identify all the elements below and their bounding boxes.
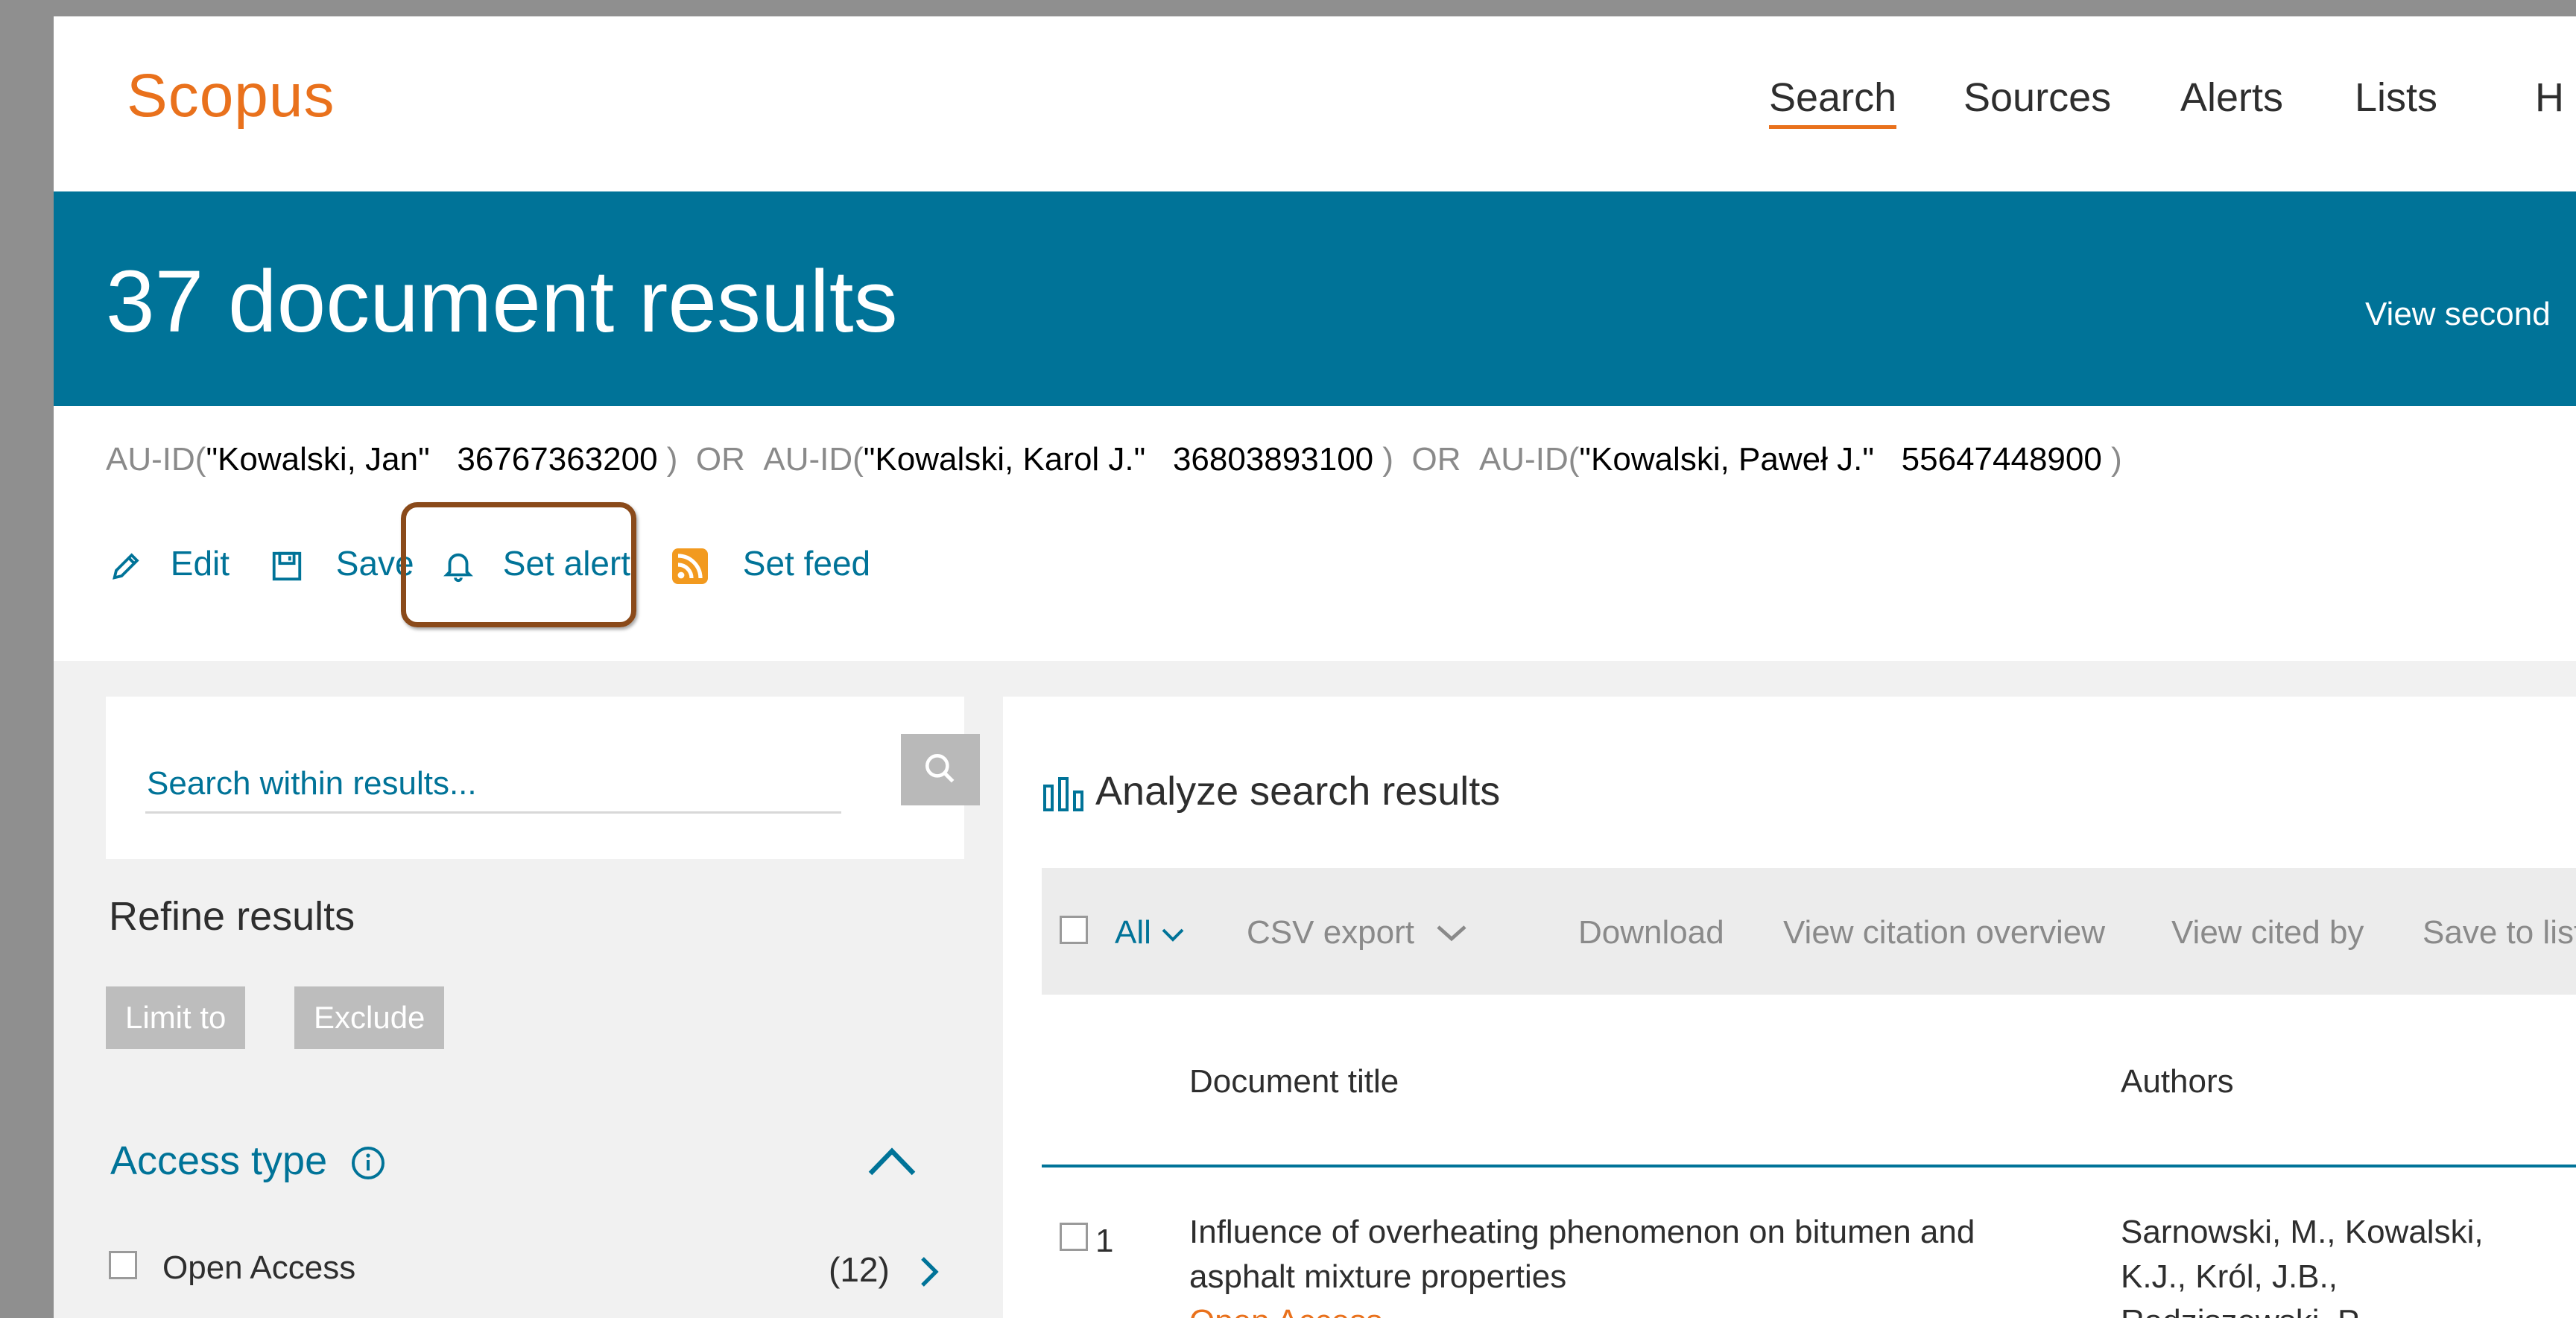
search-within-card (106, 697, 980, 859)
query-joiner: OR (695, 441, 745, 478)
select-all-checkbox[interactable] (1060, 916, 1088, 944)
query-author-name: "Kowalski, Jan" (206, 441, 430, 478)
save-link[interactable]: Save (270, 543, 414, 583)
analyze-search-results-link[interactable]: Analyze search results (1042, 768, 1500, 814)
rss-feed-icon (672, 544, 708, 584)
select-all-dropdown[interactable]: All (1115, 914, 1186, 951)
column-document-title[interactable]: Document title (1189, 1063, 1399, 1100)
set-alert-highlight-box (401, 502, 636, 627)
query-operator: AU-ID (106, 441, 195, 478)
query-paren: ( (194, 441, 206, 478)
row-checkbox[interactable] (1060, 1223, 1088, 1251)
query-joiner: OR (1411, 441, 1461, 478)
bar-chart-icon (1042, 769, 1086, 814)
query-paren: ) (666, 441, 678, 478)
limit-to-button[interactable]: Limit to (106, 986, 246, 1049)
query-operator: AU-ID (1478, 441, 1569, 478)
refine-results-title: Refine results (109, 894, 355, 939)
query-paren: ( (1568, 441, 1580, 478)
all-label: All (1115, 914, 1151, 951)
view-secondary-link[interactable]: View second (2365, 296, 2551, 333)
open-access-count: (12) (829, 1250, 890, 1289)
scopus-page: Scopus Search Sources Alerts Lists H 37 … (54, 16, 2576, 1318)
results-column-header: Document title Authors (1042, 995, 2576, 1167)
results-toolbar: All CSV export Download View citation ov… (1042, 868, 2576, 995)
search-icon (922, 750, 959, 791)
chevron-right-icon[interactable] (918, 1254, 940, 1293)
set-feed-label: Set feed (742, 544, 871, 583)
edit-link[interactable]: Edit (109, 543, 230, 583)
chevron-down-icon (1160, 914, 1186, 951)
query-paren: ) (1382, 441, 1394, 478)
search-within-input[interactable] (145, 756, 841, 814)
pencil-icon (109, 544, 143, 583)
csv-export-label: CSV export (1247, 914, 1414, 951)
analyze-label: Analyze search results (1095, 769, 1501, 814)
edit-label: Edit (170, 544, 230, 583)
content-area: Refine results Limit to Exclude Access t… (54, 661, 2576, 1318)
results-banner: 37 document results View second (54, 191, 2576, 406)
authors-line[interactable]: Radziszewski, P. (2121, 1303, 2484, 1318)
view-cited-by-button[interactable]: View cited by (2171, 914, 2364, 951)
query-author-id: 55647448900 (1901, 441, 2102, 478)
floppy-disk-icon (270, 544, 304, 583)
exclude-button[interactable]: Exclude (294, 986, 445, 1049)
open-access-checkbox[interactable] (109, 1251, 137, 1279)
query-paren: ) (2111, 441, 2122, 478)
authors-line[interactable]: Sarnowski, M., Kowalski, (2121, 1214, 2484, 1251)
query-author-id: 36803893100 (1172, 441, 1374, 478)
query-author-id: 36767363200 (457, 441, 658, 478)
query-author-name: "Kowalski, Paweł J." (1579, 441, 1874, 478)
view-citation-overview-button[interactable]: View citation overview (1783, 914, 2105, 951)
download-button[interactable]: Download (1578, 914, 1724, 951)
nav-sources[interactable]: Sources (1963, 75, 2111, 121)
chevron-up-icon[interactable] (866, 1145, 918, 1182)
results-panel: Analyze search results All CSV export Do… (1003, 697, 2576, 1318)
row-authors: Sarnowski, M., Kowalski, K.J., Król, J.B… (2121, 1214, 2484, 1318)
results-count-title: 37 document results (106, 253, 898, 351)
authors-line[interactable]: K.J., Król, J.B., (2121, 1258, 2484, 1296)
query-author-name: "Kowalski, Karol J." (863, 441, 1146, 478)
save-to-list-button[interactable]: Save to list (2422, 914, 2576, 951)
scopus-logo[interactable]: Scopus (127, 61, 335, 131)
open-access-filter-label: Open Access (162, 1249, 356, 1286)
nav-help[interactable]: H (2535, 75, 2564, 121)
search-query: AU-ID("Kowalski, Jan" 36767363200 ) OR A… (106, 441, 2122, 478)
nav-lists[interactable]: Lists (2355, 75, 2437, 121)
access-type-heading[interactable]: Access type (110, 1138, 327, 1184)
chevron-down-icon (1435, 914, 1468, 951)
open-access-tag: Open Access (1189, 1303, 1975, 1318)
search-within-button[interactable] (901, 734, 980, 805)
document-title-line: asphalt mixture properties (1189, 1258, 1567, 1295)
query-operator: AU-ID (763, 441, 853, 478)
row-number: 1 (1095, 1223, 1114, 1259)
set-feed-link[interactable]: Set feed (672, 543, 870, 584)
query-paren: ( (852, 441, 864, 478)
document-title-link[interactable]: Influence of overheating phenomenon on b… (1189, 1214, 1975, 1318)
nav-search[interactable]: Search (1769, 75, 1897, 129)
csv-export-menu[interactable]: CSV export (1247, 914, 1468, 951)
column-authors[interactable]: Authors (2121, 1063, 2234, 1100)
info-icon[interactable] (350, 1145, 386, 1185)
document-title-line: Influence of overheating phenomenon on b… (1189, 1214, 1975, 1250)
nav-alerts[interactable]: Alerts (2180, 75, 2283, 121)
